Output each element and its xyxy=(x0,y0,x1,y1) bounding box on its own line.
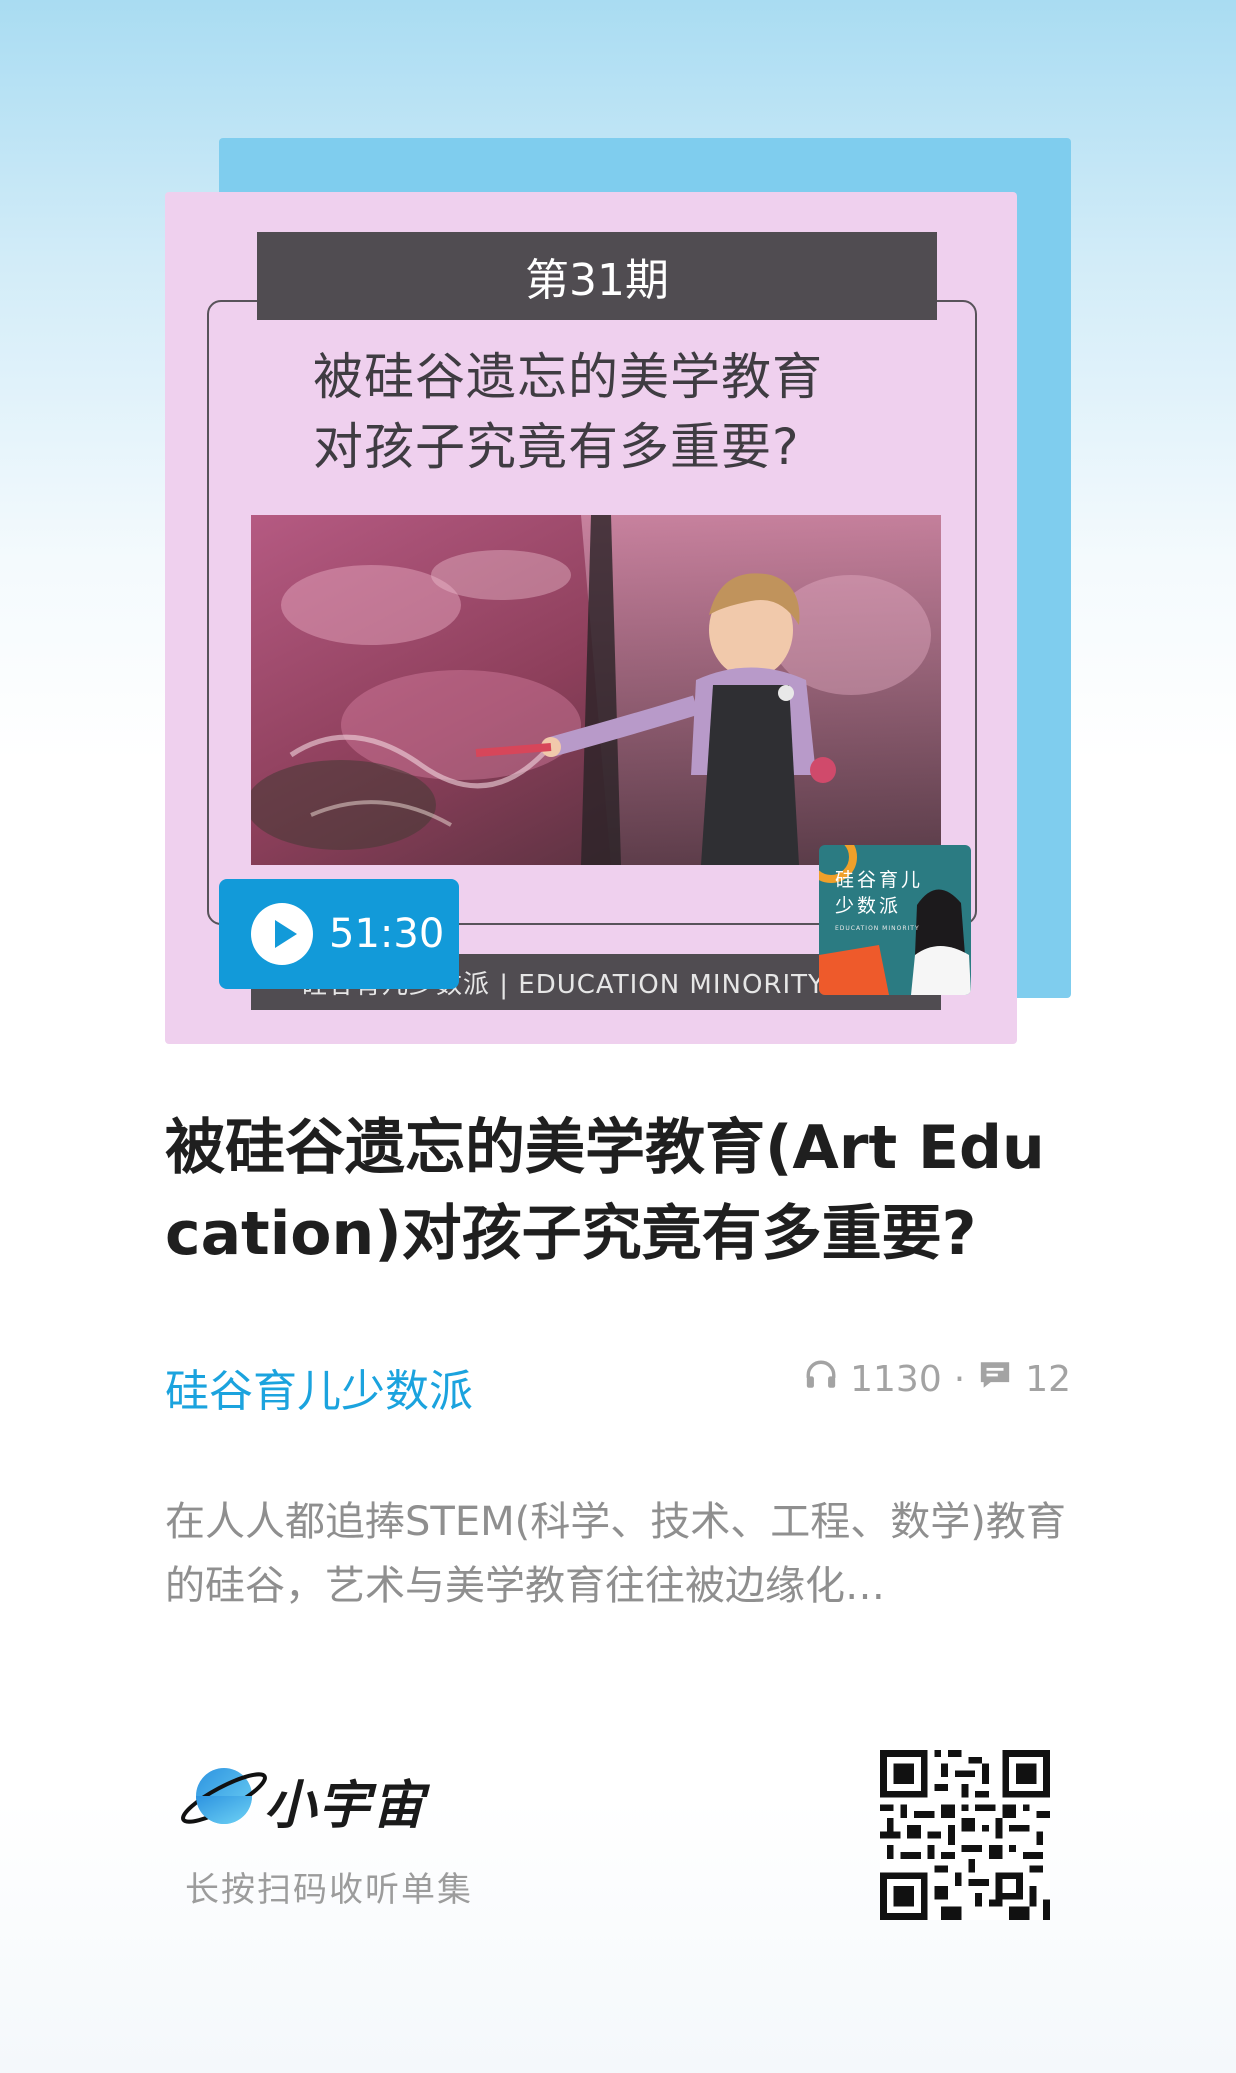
brand-name: 小宇宙 xyxy=(264,1776,427,1836)
play-count: 1130 xyxy=(850,1359,942,1400)
episode-description: 在人人都追捧STEM(科学、技术、工程、数学)教育的硅谷，艺术与美学教育往往被边… xyxy=(165,1499,1066,1609)
stats-separator: · xyxy=(953,1359,966,1400)
episode-stats: 1130 · 12 xyxy=(804,1358,1071,1401)
episode-duration: 51:30 xyxy=(329,911,445,957)
episode-number-label: 第31期 xyxy=(257,232,937,320)
comment-icon xyxy=(977,1358,1013,1401)
episode-title: 被硅谷遗忘的美学教育(Art Education)对孩子究竟有多重要? xyxy=(165,1113,1045,1269)
episode-cover[interactable]: 第31期 被硅谷遗忘的美学教育 对孩子究竟有多重要? 硅谷育儿少数派 | EDU… xyxy=(165,192,1017,1044)
play-button[interactable]: 51:30 xyxy=(219,879,459,989)
qr-code[interactable] xyxy=(880,1750,1050,1920)
thumbnail-title: 硅谷育儿 少数派 xyxy=(835,869,924,917)
scan-hint: 长按扫码收听单集 xyxy=(185,1870,473,1910)
podcast-name-link[interactable]: 硅谷育儿少数派 xyxy=(165,1355,473,1419)
cover-photo xyxy=(251,515,941,865)
cover-title: 被硅谷遗忘的美学教育 对孩子究竟有多重要? xyxy=(313,348,823,476)
headphones-icon xyxy=(804,1358,838,1401)
podcast-thumbnail: 硅谷育儿 少数派 EDUCATION MINORITY xyxy=(819,845,971,995)
child-painting-illustration xyxy=(251,515,941,865)
comment-count: 12 xyxy=(1025,1359,1071,1400)
planet-logo-icon xyxy=(178,1760,270,1832)
play-icon xyxy=(251,903,313,965)
thumbnail-subtitle: EDUCATION MINORITY xyxy=(835,925,920,932)
